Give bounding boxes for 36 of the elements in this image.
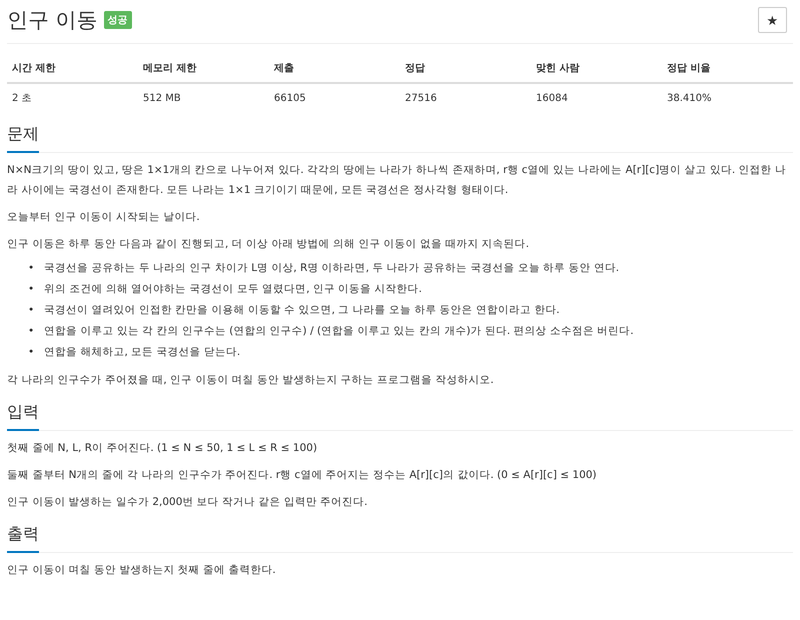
list-item: 연합을 해체하고, 모든 국경선을 닫는다. [44, 345, 240, 360]
table-cell: 16084 [531, 83, 662, 112]
list-item: 국경선이 열려있어 인접한 칸만을 이용해 이동할 수 있으면, 그 나라를 오늘 하루 동안은 연합이라고 한다. [44, 303, 560, 318]
list-item: 연합을 이루고 있는 각 칸의 인구수는 (연합의 인구수) / (연합을 이루고 있는 칸의 개수)가 된다. 편의상 소수점은 버린다. [44, 324, 634, 339]
bullet: • [28, 261, 34, 276]
column-header: 메모리 제한 [138, 54, 269, 83]
section-heading: 입력 [7, 402, 39, 431]
table-cell: 27516 [400, 83, 531, 112]
section-heading: 문제 [7, 124, 39, 153]
column-header: 맞힌 사람 [531, 54, 662, 83]
paragraph: 인구 이동이 며칠 동안 발생하는지 첫째 줄에 출력한다. [7, 563, 277, 578]
problem-title: 인구 이동 [7, 7, 98, 34]
paragraph: 인구 이동은 하루 동안 다음과 같이 진행되고, 더 이상 아래 방법에 의해 인구 이동이 없을 때까지 지속된다. [7, 237, 530, 252]
table-cell: 38.410% [662, 83, 793, 112]
list-item: 국경선을 공유하는 두 나라의 인구 차이가 L명 이상, R명 이하라면, 두 나라가 공유하는 국경선을 오늘 하루 동안 연다. [44, 261, 620, 276]
status-badge: 성공 [104, 11, 132, 29]
paragraph: N×N크기의 땅이 있고, 땅은 1×1개의 칸으로 나누어져 있다. 각각의 땅에는 나라가 하나씩 존재하며, r행 c열에 있는 나라에는 A[r][c]명이 살고 있다. 인접한 나라 사이에는 국경선이 존재한다. 모든 나라는 1×1 크기이기 때문에, 모든 국경선은 정사각형 형태이다. [7, 163, 787, 198]
paragraph: 오늘부터 인구 이동이 시작되는 날이다. [7, 210, 201, 225]
column-header: 정답 비율 [662, 54, 793, 83]
bullet: • [28, 324, 34, 339]
paragraph: 첫째 줄에 N, L, R이 주어진다. (1 ≤ N ≤ 50, 1 ≤ L ≤ R ≤ 100) [7, 441, 318, 456]
paragraph: 각 나라의 인구수가 주어졌을 때, 인구 이동이 며칠 동안 발생하는지 구하는 프로그램을 작성하시오. [7, 373, 495, 388]
table-cell: 512 MB [138, 83, 269, 112]
bullet: • [28, 345, 34, 360]
paragraph: 둘째 줄부터 N개의 줄에 각 나라의 인구수가 주어진다. r행 c열에 주어지는 정수는 A[r][c]의 값이다. (0 ≤ A[r][c] ≤ 100) [7, 468, 598, 483]
column-header: 제출 [269, 54, 400, 83]
star-button[interactable]: ★ [758, 7, 787, 33]
table-cell: 2 초 [7, 83, 138, 112]
column-header: 정답 [400, 54, 531, 83]
bullet: • [28, 303, 34, 318]
column-header: 시간 제한 [7, 54, 138, 83]
paragraph: 인구 이동이 발생하는 일수가 2,000번 보다 작거나 같은 입력만 주어진다. [7, 495, 368, 510]
table-cell: 66105 [269, 83, 400, 112]
list-item: 위의 조건에 의해 열어야하는 국경선이 모두 열렸다면, 인구 이동을 시작한다. [44, 282, 422, 297]
section-heading: 출력 [7, 524, 39, 553]
bullet: • [28, 282, 34, 297]
